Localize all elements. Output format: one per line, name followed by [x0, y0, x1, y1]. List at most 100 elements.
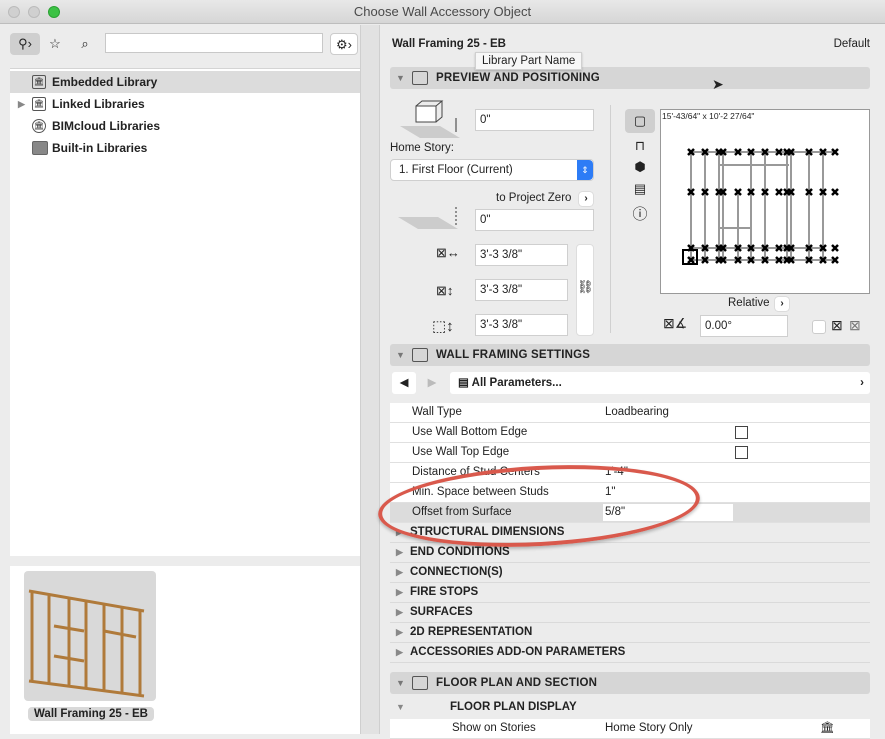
tree-item-label: BIMcloud Libraries — [52, 119, 161, 133]
stud-mark — [775, 188, 783, 196]
section-floor-plan-and-section[interactable]: ▼ FLOOR PLAN AND SECTION — [390, 672, 870, 694]
rotation-angle-icon: ⊠∡ — [663, 315, 688, 331]
3d-view-icon[interactable]: ⬢ — [625, 157, 655, 177]
back-arrow-button[interactable]: ◀ — [392, 372, 416, 394]
tree-item-label: Built-in Libraries — [52, 141, 148, 155]
mirror-icon[interactable]: ⊠ — [831, 317, 843, 334]
param-value[interactable]: 1" — [605, 483, 615, 502]
expand-triangle-icon: ▶ — [396, 567, 403, 577]
mirror-dashed-icon[interactable]: ⊠ — [849, 317, 861, 334]
elevation-input[interactable]: 0" — [475, 109, 594, 131]
settings-gear-icon[interactable]: ⚙› — [330, 33, 358, 55]
preview-canvas[interactable]: 15'-43/64" x 10'-2 27/64" — [660, 109, 870, 294]
tree-item-built-in-libraries[interactable]: Built-in Libraries — [10, 137, 360, 159]
plan-view-icon[interactable]: ▢ — [625, 109, 655, 133]
group-2d-representation[interactable]: ▶ 2D REPRESENTATION — [390, 623, 870, 643]
default-label[interactable]: Default — [834, 38, 870, 50]
param-row-offset-from-surface[interactable]: Offset from Surface 5/8" — [390, 503, 870, 523]
group-end-conditions[interactable]: ▶ END CONDITIONS — [390, 543, 870, 563]
elevation-view-icon[interactable]: ▤ — [625, 179, 655, 199]
group-label: END CONDITIONS — [410, 546, 510, 558]
stepper-chevrons-icon: ⇕ — [577, 160, 593, 180]
favorites-star-icon[interactable]: ☆ — [44, 33, 66, 55]
section-wall-framing-settings[interactable]: ▼ WALL FRAMING SETTINGS — [390, 344, 870, 366]
expand-triangle-icon: ▶ — [396, 587, 403, 597]
height-icon: ⬚↕ — [432, 318, 454, 335]
collapse-triangle-icon[interactable]: ▼ — [396, 344, 405, 366]
library-file-icon: 🏛 — [32, 75, 46, 89]
tree-item-linked-libraries[interactable]: ▶ 🏛 Linked Libraries — [10, 93, 360, 115]
minimize-button[interactable] — [28, 6, 40, 18]
expand-triangle-icon: ▶ — [396, 527, 403, 537]
info-icon[interactable]: ⓘ — [625, 205, 655, 225]
mirror-none-button[interactable] — [812, 320, 826, 334]
close-button[interactable] — [8, 6, 20, 18]
stud-mark — [831, 188, 839, 196]
param-row-wall-type[interactable]: Wall Type Loadbearing — [390, 403, 870, 423]
group-connections[interactable]: ▶ CONNECTION(S) — [390, 563, 870, 583]
depth-input[interactable]: 3'-3 3/8" — [475, 279, 568, 301]
object-type-button[interactable]: ⚲› — [10, 33, 40, 55]
to-project-zero-chevron-icon[interactable]: › — [579, 192, 593, 206]
group-floor-plan-display[interactable]: ▼ FLOOR PLAN DISPLAY — [390, 698, 870, 718]
link-chain-icon[interactable]: ⛓ — [576, 244, 594, 336]
group-label: 2D REPRESENTATION — [410, 626, 533, 638]
height-input[interactable]: 3'-3 3/8" — [475, 314, 568, 336]
parameters-dropdown[interactable]: ▤ All Parameters... › — [450, 372, 870, 394]
param-value[interactable]: Loadbearing — [605, 403, 669, 422]
group-label: FLOOR PLAN DISPLAY — [450, 701, 577, 713]
expand-triangle-icon: ▶ — [396, 547, 403, 557]
stud-mark — [831, 244, 839, 252]
home-story-select[interactable]: 1. First Floor (Current) ⇕ — [390, 159, 594, 181]
section-title: PREVIEW AND POSITIONING — [436, 72, 600, 84]
param-name: Wall Type — [412, 406, 462, 418]
depth-icon: ⊠↕ — [436, 283, 454, 298]
to-project-zero-label: to Project Zero — [496, 192, 572, 204]
forward-arrow-button[interactable]: ▶ — [420, 372, 444, 394]
param-name: Show on Stories — [452, 722, 536, 734]
group-structural-dimensions[interactable]: ▶ STRUCTURAL DIMENSIONS — [390, 523, 870, 543]
param-row-use-wall-top-edge[interactable]: Use Wall Top Edge — [390, 443, 870, 463]
project-zero-input[interactable]: 0" — [475, 209, 594, 231]
param-value-input[interactable]: 5/8" — [603, 504, 733, 521]
expand-triangle-icon[interactable]: ▶ — [18, 93, 25, 115]
expand-triangle-icon: ▶ — [396, 627, 403, 637]
section-preview-positioning[interactable]: ▼ PREVIEW AND POSITIONING — [390, 67, 870, 89]
param-name: Use Wall Top Edge — [412, 446, 510, 458]
section-title: WALL FRAMING SETTINGS — [436, 349, 591, 361]
object-name: Wall Framing 25 - EB — [392, 38, 506, 50]
param-value[interactable]: 1'-4" — [605, 463, 628, 482]
group-fire-stops[interactable]: ▶ FIRE STOPS — [390, 583, 870, 603]
param-row-use-wall-bottom-edge[interactable]: Use Wall Bottom Edge — [390, 423, 870, 443]
width-input[interactable]: 3'-3 3/8" — [475, 244, 568, 266]
relative-chevron-icon[interactable]: › — [775, 297, 789, 311]
search-input[interactable] — [105, 33, 323, 53]
group-label: CONNECTION(S) — [410, 566, 503, 578]
section-view-icon[interactable]: ⊓ — [625, 136, 655, 156]
collapse-triangle-icon[interactable]: ▼ — [396, 67, 405, 89]
param-row-min-space-between-studs[interactable]: Min. Space between Studs 1" — [390, 483, 870, 503]
group-label: SURFACES — [410, 606, 473, 618]
collapse-triangle-icon[interactable]: ▼ — [396, 672, 405, 694]
wall-framing-thumbnail[interactable] — [24, 571, 156, 701]
tree-item-bimcloud-libraries[interactable]: 🏛 BIMcloud Libraries — [10, 115, 360, 137]
tree-item-embedded-library[interactable]: 🏛 Embedded Library — [10, 71, 360, 93]
checkbox[interactable] — [735, 426, 748, 439]
panel-splitter[interactable] — [360, 25, 380, 734]
parameter-list-icon: ▤ — [458, 377, 472, 389]
library-browser: ⚲› ☆ ⌕ ⚙› 🏛 Embedded Library ▶ 🏛 Linked Lib… — [0, 25, 360, 734]
group-surfaces[interactable]: ▶ SURFACES — [390, 603, 870, 623]
zoom-button[interactable] — [48, 6, 60, 18]
floor-plan-section-icon — [412, 676, 428, 690]
tree-item-label: Linked Libraries — [52, 97, 145, 111]
angle-input[interactable]: 0.00° — [700, 315, 788, 337]
param-row-show-on-stories[interactable]: Show on Stories Home Story Only 🏛 — [390, 719, 870, 739]
search-icon[interactable]: ⌕ — [74, 33, 96, 55]
home-story-value: 1. First Floor (Current) — [399, 164, 513, 176]
group-label: STRUCTURAL DIMENSIONS — [410, 526, 565, 538]
param-row-distance-of-stud-centers[interactable]: Distance of Stud Centers 1'-4" — [390, 463, 870, 483]
group-accessories-add-on-parameters[interactable]: ▶ ACCESSORIES ADD-ON PARAMETERS — [390, 643, 870, 663]
param-value[interactable]: Home Story Only — [605, 719, 693, 738]
checkbox[interactable] — [735, 446, 748, 459]
library-folder-icon: 🏛 — [32, 97, 46, 111]
